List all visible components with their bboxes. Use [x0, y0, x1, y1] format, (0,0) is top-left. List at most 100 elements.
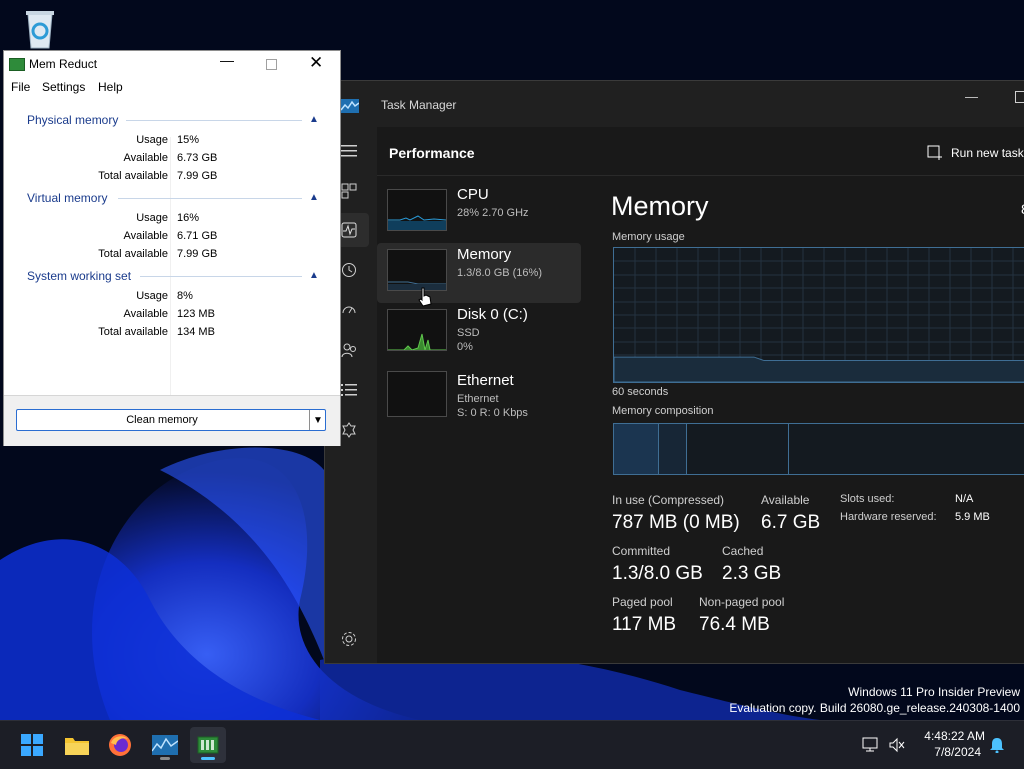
resource-item-disk[interactable]: Disk 0 (C:) SSD 0%	[377, 303, 581, 363]
available-label: Available	[123, 152, 168, 164]
menu-bar: File Settings Help	[4, 77, 340, 97]
network-icon[interactable]	[858, 727, 884, 763]
mem-reduct-window: Mem Reduct — ✕ File Settings Help Physic…	[3, 50, 341, 446]
maximize-button[interactable]	[266, 59, 277, 70]
collapse-chevron-icon[interactable]: ▲	[309, 192, 319, 203]
chevron-down-icon[interactable]: ▼	[309, 410, 326, 430]
virtual-total-value: 7.99 GB	[177, 248, 218, 260]
performance-page: Performance Run new task CPU 28% 2.70 GH…	[377, 127, 1024, 663]
mem-reduct-titlebar[interactable]: Mem Reduct — ✕	[4, 51, 340, 77]
run-task-icon	[927, 145, 942, 160]
hardware-reserved-value: 5.9 MB	[955, 511, 990, 523]
detail-title: Memory	[611, 191, 709, 221]
cached-label: Cached	[722, 544, 764, 558]
menu-file[interactable]: File	[11, 80, 30, 94]
hamburger-menu-icon[interactable]	[339, 141, 359, 161]
recycle-bin-icon[interactable]	[22, 8, 58, 50]
processes-icon[interactable]	[339, 181, 359, 201]
details-icon[interactable]	[339, 380, 359, 400]
section-divider	[126, 120, 302, 121]
paged-pool-label: Paged pool	[612, 595, 673, 609]
cached-value: 2.3 GB	[722, 563, 782, 584]
mem-reduct-icon[interactable]	[190, 727, 226, 763]
clean-memory-button[interactable]: Clean memory ▼	[16, 409, 326, 431]
resource-name: Disk 0 (C:)	[457, 306, 528, 323]
physical-usage-value: 15%	[177, 134, 200, 146]
working-set-usage-value: 8%	[177, 290, 193, 302]
resource-detail: Ethernet	[457, 393, 499, 405]
task-manager-app-icon	[340, 99, 360, 113]
menu-help[interactable]: Help	[98, 80, 123, 94]
resource-detail-2: 0%	[457, 341, 473, 353]
section-virtual-memory: Virtual memory	[27, 191, 108, 205]
performance-icon[interactable]	[339, 220, 359, 240]
minimize-button[interactable]: —	[220, 52, 234, 68]
startup-apps-icon[interactable]	[339, 300, 359, 320]
memory-composition-label: Memory composition	[612, 405, 714, 417]
section-system-working-set: System working set	[27, 269, 132, 283]
total-available-label: Total available	[98, 170, 168, 182]
menu-settings[interactable]: Settings	[42, 80, 85, 94]
run-new-task-button[interactable]: Run new task	[927, 143, 1024, 163]
resource-item-cpu[interactable]: CPU 28% 2.70 GHz	[377, 183, 581, 243]
page-header: Performance Run new task	[377, 127, 1024, 176]
seconds-label: 60 seconds	[612, 386, 669, 398]
usage-label: Usage	[136, 134, 168, 146]
in-use-value: 787 MB (0 MB)	[612, 512, 740, 533]
cpu-thumbnail-graph	[387, 189, 447, 231]
memory-thumbnail-graph	[387, 249, 447, 291]
resource-name: Ethernet	[457, 372, 514, 389]
composition-in-use	[614, 424, 659, 474]
working-set-available-value: 123 MB	[177, 308, 215, 320]
page-title: Performance	[389, 145, 475, 161]
virtual-usage-value: 16%	[177, 212, 200, 224]
watermark-build: Evaluation copy. Build 26080.ge_release.…	[729, 701, 1020, 715]
total-available-label: Total available	[98, 326, 168, 338]
services-icon[interactable]	[339, 420, 359, 440]
start-icon[interactable]	[14, 727, 50, 763]
disk-thumbnail-graph	[387, 309, 447, 351]
notification-bell-icon[interactable]	[984, 727, 1010, 763]
composition-modified	[659, 424, 687, 474]
resource-item-ethernet[interactable]: Ethernet Ethernet S: 0 R: 0 Kbps	[377, 369, 581, 429]
close-button[interactable]: ✕	[309, 53, 323, 73]
task-manager-window: Task Manager — Performance Run new task …	[324, 80, 1024, 664]
memory-info-list: Physical memory ▲ Usage 15% Available 6.…	[4, 97, 336, 427]
working-set-total-value: 134 MB	[177, 326, 215, 338]
maximize-button[interactable]	[1015, 91, 1024, 103]
mem-reduct-app-icon	[9, 58, 25, 71]
virtual-available-value: 6.71 GB	[177, 230, 218, 242]
memory-usage-line	[614, 356, 1024, 382]
file-explorer-icon[interactable]	[59, 727, 95, 763]
memory-composition-bar	[613, 423, 1024, 475]
app-history-icon[interactable]	[339, 260, 359, 280]
resource-item-memory[interactable]: Memory 1.3/8.0 GB (16%)	[377, 243, 581, 307]
settings-gear-icon[interactable]	[339, 629, 359, 649]
clock-time[interactable]: 4:48:22 AM	[905, 729, 985, 743]
resource-detail: 28% 2.70 GHz	[457, 207, 529, 219]
available-label: Available	[123, 230, 168, 242]
users-icon[interactable]	[339, 340, 359, 360]
task-manager-icon[interactable]	[147, 727, 183, 763]
running-indicator	[160, 757, 170, 760]
ethernet-thumbnail-graph	[387, 371, 447, 417]
collapse-chevron-icon[interactable]: ▲	[309, 270, 319, 281]
resource-name: Memory	[457, 246, 512, 263]
composition-free	[789, 424, 1024, 474]
section-divider	[118, 198, 302, 199]
clock-date[interactable]: 7/8/2024	[905, 745, 981, 759]
running-indicator	[201, 757, 215, 760]
firefox-icon[interactable]	[102, 727, 138, 763]
run-new-task-label: Run new task	[951, 146, 1024, 160]
non-paged-pool-value: 76.4 MB	[699, 614, 770, 635]
window-title: Task Manager	[381, 98, 457, 112]
collapse-chevron-icon[interactable]: ▲	[309, 114, 319, 125]
composition-standby	[687, 424, 789, 474]
section-physical-memory: Physical memory	[27, 113, 119, 127]
minimize-button[interactable]: —	[965, 89, 978, 104]
available-label: Available	[761, 493, 810, 507]
in-use-label: In use (Compressed)	[612, 493, 725, 507]
task-manager-titlebar[interactable]: Task Manager —	[325, 81, 1024, 127]
usage-label: Usage	[136, 212, 168, 224]
window-title: Mem Reduct	[29, 57, 98, 71]
